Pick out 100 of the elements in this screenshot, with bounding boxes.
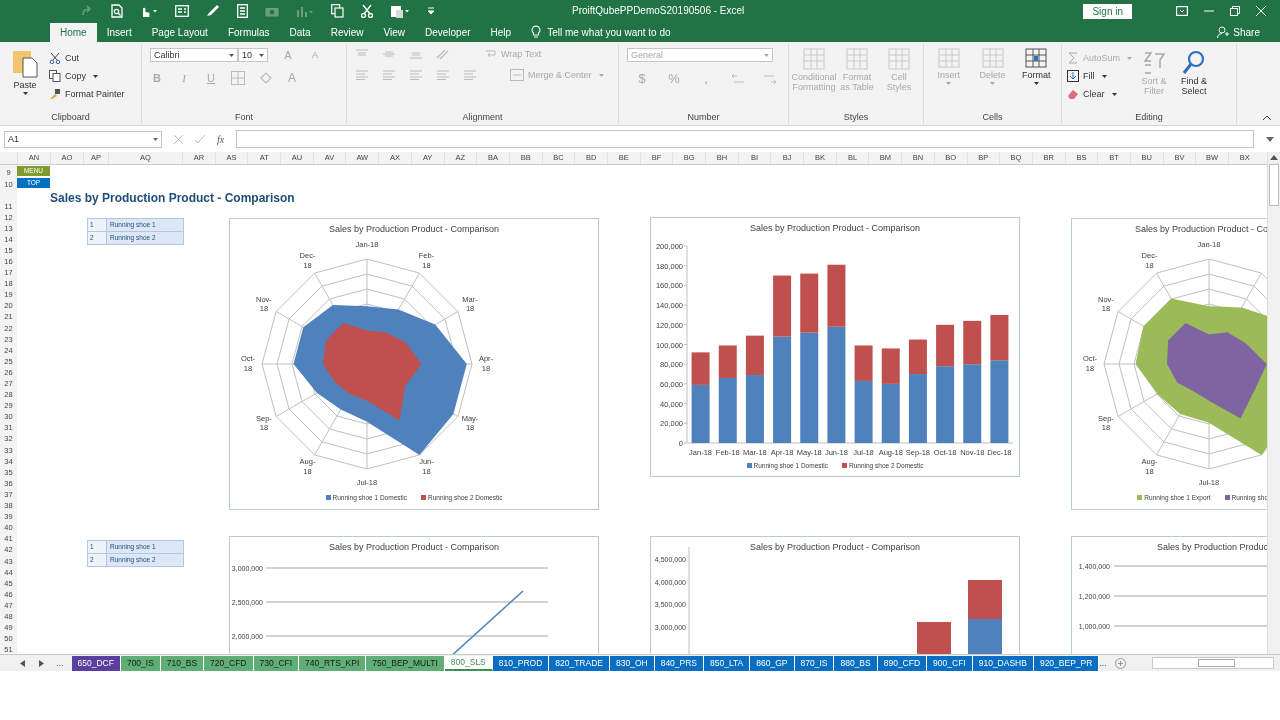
group-label: Font	[234, 112, 254, 124]
scroll-up-icon[interactable]	[1270, 155, 1278, 160]
close-icon[interactable]	[1256, 6, 1266, 16]
legend-swatch	[746, 463, 752, 468]
down-arrow-icon	[1067, 70, 1079, 82]
sheet-tab[interactable]: 720_CFD	[204, 655, 254, 671]
legend-swatch	[842, 463, 847, 468]
copy-button[interactable]: Copy	[49, 70, 125, 82]
sheet-tab[interactable]: 890_CFD	[877, 655, 928, 671]
chart-title: Sales by Production Product - Comparison	[327, 224, 501, 234]
sheet-tab[interactable]: 870_IS	[794, 655, 835, 671]
ribbon-display-icon[interactable]	[1176, 6, 1188, 16]
paste-button[interactable]: Paste	[5, 48, 45, 96]
sheet-tab[interactable]: 920_BEP_PR	[1033, 655, 1100, 671]
collapse-ribbon-icon[interactable]	[1262, 115, 1272, 121]
paintbrush-icon	[49, 88, 61, 100]
name-box[interactable]: A1	[4, 130, 162, 148]
caret-icon	[229, 53, 234, 57]
ribbon-tab[interactable]: Data	[279, 23, 321, 42]
restore-icon[interactable]	[1230, 6, 1240, 16]
sheet-tab[interactable]: 700_IS	[120, 655, 161, 671]
search-icon	[1182, 50, 1207, 74]
caret-icon	[946, 82, 952, 86]
copy-icon[interactable]	[331, 4, 344, 18]
brush-icon[interactable]	[206, 4, 220, 18]
formula-input[interactable]	[236, 130, 1254, 148]
sheet-tab[interactable]: 710_BS	[160, 655, 205, 671]
sheet-tab[interactable]: 850_LTA	[704, 655, 751, 671]
sheet-tab[interactable]: 730_CFI	[253, 655, 300, 671]
check-icon	[195, 134, 205, 144]
sheet-tab[interactable]: 750_BEP_MULTI	[366, 655, 445, 671]
sheet-tab[interactable]: 860_GP	[750, 655, 795, 671]
sheet-tab[interactable]: 820_TRADE	[549, 655, 610, 671]
group-label: Editing	[1134, 112, 1164, 124]
sheet-tab[interactable]: 650_DCF	[71, 655, 121, 671]
sheet-tab[interactable]: 880_BS	[834, 655, 878, 671]
copy-icon	[49, 70, 61, 82]
scroll-left-icon[interactable]	[20, 659, 26, 667]
scissors-icon[interactable]	[361, 4, 373, 18]
group-label: Styles	[842, 112, 870, 124]
caret-icon	[598, 73, 604, 77]
ribbon-tab[interactable]: Formulas	[217, 23, 280, 42]
ribbon-tab[interactable]: View	[373, 23, 415, 42]
table-grid-icon	[1023, 48, 1050, 68]
sheet-tab[interactable]: 800_SLS	[444, 655, 493, 671]
caret-icon	[153, 137, 158, 141]
more-sheets-button[interactable]: ...	[56, 658, 72, 668]
share-button[interactable]: Share	[1229, 27, 1280, 42]
sheet-tab[interactable]: 840_PRS	[654, 655, 705, 671]
fill-button[interactable]: Fill	[1067, 70, 1133, 82]
form-icon[interactable]	[175, 5, 189, 17]
chart-frame[interactable]	[650, 217, 1020, 477]
wrap-text-icon	[485, 48, 497, 60]
format-painter-button[interactable]: Format Painter	[49, 88, 125, 100]
sign-in-button[interactable]: Sign in	[1083, 3, 1132, 19]
add-sheet-icon[interactable]	[1114, 657, 1126, 669]
caret-icon	[1101, 74, 1107, 78]
tell-me-field[interactable]: Tell me what you want to do	[547, 27, 671, 42]
group-label: Alignment	[461, 112, 504, 124]
expand-caret-icon[interactable]	[1266, 136, 1274, 142]
sigma-icon	[1067, 52, 1079, 64]
clear-button[interactable]: Clear	[1067, 88, 1133, 100]
sheet-tab[interactable]: 910_DASHB	[972, 655, 1034, 671]
more-sheets-button[interactable]: ...	[1099, 658, 1115, 668]
table-grid-icon	[979, 48, 1006, 68]
chart-title: Sales by Production Product - Comparison	[748, 223, 922, 233]
print-preview-icon[interactable]	[111, 4, 123, 18]
cancel-icon	[174, 134, 183, 144]
table-grid-icon	[935, 48, 962, 68]
ribbon-tab[interactable]: Review	[320, 23, 374, 42]
sheet-tab[interactable]: 900_CFI	[927, 655, 973, 671]
format-button[interactable]: Format	[1016, 48, 1056, 86]
eraser-icon	[1067, 88, 1079, 100]
person-icon	[1217, 26, 1230, 38]
clipboard-icon	[12, 48, 38, 78]
horizontal-scrollbar[interactable]	[1151, 657, 1274, 669]
table-grid-icon	[802, 48, 826, 70]
window-title: ProiftQubePPDemoS20190506 - Excel	[572, 5, 745, 16]
caret-icon	[764, 53, 769, 57]
ribbon-tab[interactable]: Developer	[415, 23, 481, 42]
scrollbar-thumb[interactable]	[1269, 164, 1279, 206]
paste-icon[interactable]	[390, 4, 410, 18]
ribbon-tab[interactable]: Insert	[96, 23, 142, 42]
customize-caret-icon[interactable]	[427, 7, 435, 15]
ribbon-tab[interactable]: Help	[480, 23, 522, 42]
ribbon-tab[interactable]: Page Layout	[141, 23, 218, 42]
find-select-button[interactable]: Find & Select	[1176, 50, 1213, 97]
chart-icon[interactable]	[296, 4, 314, 18]
caret-icon	[1033, 82, 1039, 86]
sheet-tab[interactable]: 830_OH	[610, 655, 655, 671]
ribbon-tab[interactable]: Home	[50, 23, 97, 42]
scroll-right-icon[interactable]	[38, 659, 44, 667]
caret-icon	[93, 74, 98, 78]
sheet-tab[interactable]: 740_RTS_KPI	[299, 655, 367, 671]
chart-title: Sales by Production Product - Comparison	[748, 542, 922, 552]
cut-button[interactable]: Cut	[49, 52, 125, 64]
insert-function-button[interactable]: fx	[217, 133, 225, 145]
table-grid-icon	[887, 48, 911, 70]
sheet-tab[interactable]: 810_PROD	[492, 655, 550, 671]
redo-icon[interactable]	[80, 5, 94, 17]
